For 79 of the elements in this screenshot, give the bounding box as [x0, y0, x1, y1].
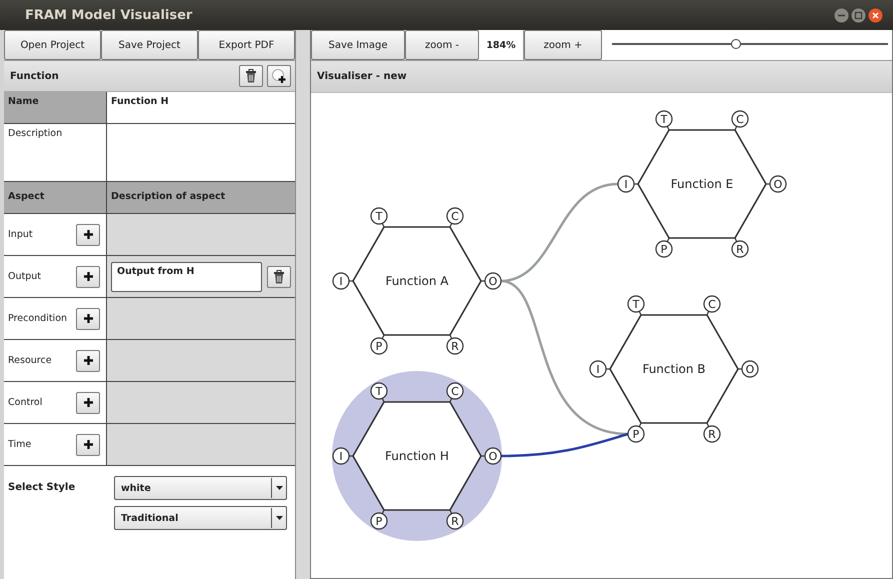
add-button[interactable] — [76, 392, 100, 414]
column-header: Description of aspect — [107, 182, 295, 214]
toolbar-button[interactable]: Export PDF — [198, 30, 295, 60]
plus-icon — [82, 397, 94, 408]
trash-icon — [273, 270, 285, 284]
save-image-button[interactable]: Save Image — [311, 30, 405, 60]
port-marker[interactable]: C — [446, 382, 464, 402]
aspect-label: Input — [8, 229, 33, 240]
style-dropdown[interactable]: white — [114, 476, 287, 500]
function-hexagon[interactable] — [609, 314, 739, 424]
slider-thumb[interactable] — [731, 39, 742, 49]
add-function-button[interactable] — [267, 65, 291, 87]
delete-button[interactable] — [239, 65, 263, 87]
column-header: Aspect — [4, 182, 107, 214]
port-marker[interactable]: C — [703, 295, 721, 316]
port-marker[interactable]: T — [370, 207, 388, 228]
add-button[interactable] — [76, 224, 100, 246]
port-marker[interactable]: O — [738, 360, 759, 378]
port-marker[interactable]: T — [655, 110, 673, 130]
trash-icon — [245, 69, 257, 83]
toolbar-button[interactable]: Save Project — [101, 30, 198, 60]
function-hexagon[interactable] — [352, 401, 482, 511]
aspect-input-field[interactable]: Output from H — [111, 262, 262, 292]
function-label: Function B — [642, 362, 706, 376]
connector-line[interactable] — [500, 432, 628, 458]
port-marker[interactable]: P — [370, 334, 388, 355]
add-button[interactable] — [76, 308, 100, 330]
port-marker[interactable]: P — [655, 238, 673, 258]
plus-icon — [82, 229, 94, 240]
caret-icon — [276, 516, 282, 520]
port-marker[interactable]: I — [332, 272, 353, 290]
function-label: Function H — [385, 449, 449, 463]
function-hexagon[interactable] — [352, 226, 482, 336]
function-label: Function A — [385, 274, 449, 288]
aspect-label: Time — [8, 439, 32, 450]
plus-icon — [82, 271, 94, 282]
caret-icon — [276, 486, 282, 490]
port-marker[interactable]: R — [446, 510, 464, 530]
panel-title: Function — [10, 70, 60, 82]
maximize-icon[interactable] — [851, 8, 866, 22]
style-dropdown[interactable]: Traditional — [114, 506, 287, 530]
table-cell: Name — [4, 92, 107, 124]
port-marker[interactable]: I — [332, 447, 353, 465]
aspect-label: Output — [8, 271, 41, 282]
close-icon[interactable] — [868, 8, 883, 22]
name-field[interactable]: Function H — [107, 92, 295, 124]
aspect-label: Resource — [8, 355, 52, 366]
add-button[interactable] — [76, 350, 100, 372]
panel-title: Visualiser - new — [317, 71, 407, 82]
minimize-icon[interactable] — [834, 8, 849, 22]
port-marker[interactable]: I — [617, 175, 638, 193]
port-marker[interactable]: O — [481, 447, 502, 465]
port-marker[interactable]: R — [731, 238, 749, 258]
plus-icon — [82, 313, 94, 324]
toolbar-button[interactable]: Open Project — [4, 30, 101, 60]
port-marker[interactable]: C — [731, 110, 749, 130]
port-marker[interactable]: O — [766, 175, 787, 193]
add-button[interactable] — [76, 266, 100, 288]
function-label: Function E — [670, 177, 734, 191]
port-marker[interactable]: C — [446, 207, 464, 228]
port-marker[interactable]: R — [446, 334, 464, 355]
window-title: FRAM Model Visualiser — [25, 8, 194, 22]
port-marker[interactable]: O — [481, 272, 502, 290]
add-button[interactable] — [76, 434, 100, 456]
style-label: Select Style — [8, 481, 76, 495]
plus-icon — [82, 355, 94, 366]
zoom-out-button[interactable]: zoom - — [405, 30, 479, 60]
port-marker[interactable]: R — [703, 422, 721, 443]
aspect-label: Control — [8, 397, 42, 408]
port-marker[interactable]: I — [589, 360, 610, 378]
function-hexagon[interactable] — [637, 129, 767, 239]
aspect-label: Precondition — [8, 313, 68, 324]
port-marker[interactable]: P — [370, 510, 388, 530]
zoom-in-button[interactable]: zoom + — [524, 30, 602, 60]
port-marker[interactable]: P — [627, 422, 645, 443]
delete-button[interactable] — [267, 266, 291, 288]
port-marker[interactable]: T — [370, 382, 388, 402]
plus-icon — [82, 439, 94, 450]
port-marker[interactable]: T — [627, 295, 645, 316]
